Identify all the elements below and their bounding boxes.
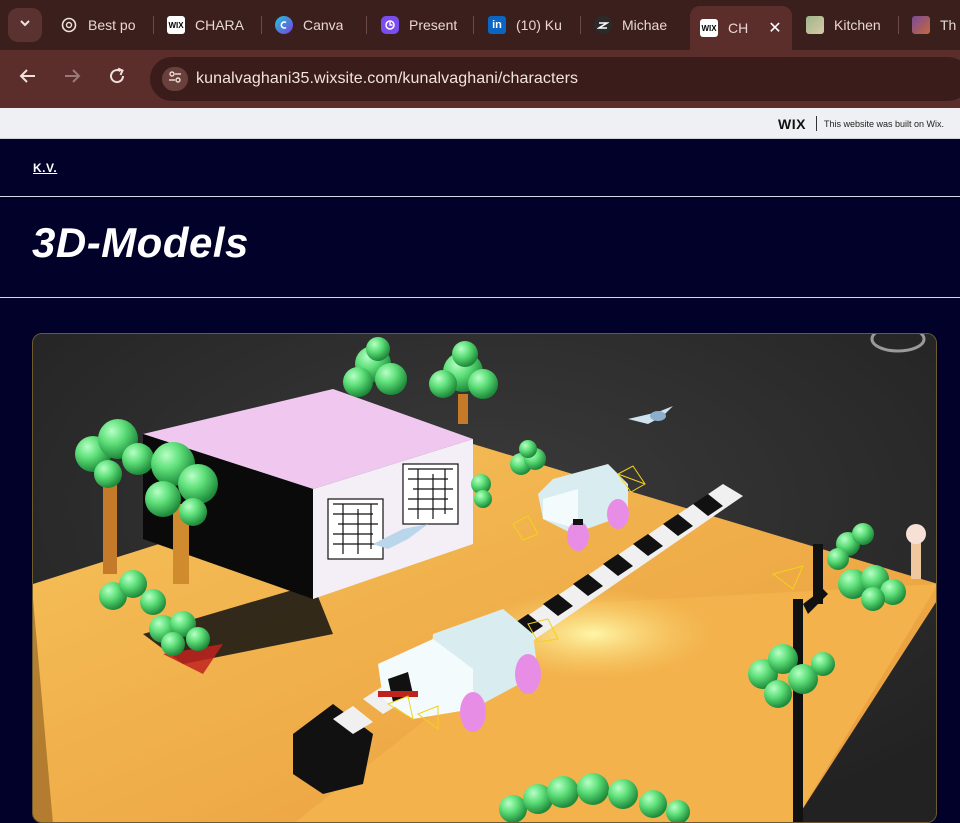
canva-icon — [275, 16, 293, 34]
title-divider — [0, 297, 960, 298]
page-title: 3D-Models — [32, 219, 249, 266]
tab-7[interactable]: Kitchen — [806, 8, 881, 42]
wix-icon: WIX — [167, 16, 185, 34]
back-button[interactable] — [16, 67, 40, 91]
close-tab-icon[interactable]: ✕ — [768, 18, 781, 38]
tab-label: Kitchen — [834, 17, 881, 33]
linkedin-icon: in — [488, 16, 506, 34]
reload-button[interactable] — [105, 67, 129, 91]
tab-label: Best po — [88, 17, 136, 33]
tab-4[interactable]: in (10) Ku — [488, 8, 562, 42]
tab-5[interactable]: Michae — [594, 8, 667, 42]
site-brand-link[interactable]: K.V. — [33, 161, 57, 175]
tab-divider — [473, 16, 474, 34]
tab-label: Canva — [303, 17, 344, 33]
tab-6-active[interactable]: WIX CH ✕ — [690, 6, 792, 50]
url-text: kunalvaghani35.wixsite.com/kunalvaghani/… — [196, 70, 579, 87]
tab-divider — [261, 16, 262, 34]
tab-divider — [898, 16, 899, 34]
image-icon — [806, 16, 824, 34]
tab-label: (10) Ku — [516, 17, 562, 33]
tab-label: Th — [940, 17, 957, 33]
browser-toolbar: kunalvaghani35.wixsite.com/kunalvaghani/… — [0, 50, 960, 108]
presentation-icon — [381, 16, 399, 34]
tab-label: CH — [728, 20, 749, 36]
image-icon — [912, 16, 930, 34]
tab-divider — [366, 16, 367, 34]
tab-2[interactable]: Canva — [275, 8, 343, 42]
wix-banner[interactable]: WIX This website was built on Wix. — [0, 108, 960, 139]
reload-icon — [108, 67, 126, 91]
site-settings-button[interactable] — [162, 67, 188, 91]
chevron-down-icon — [18, 16, 32, 35]
header-divider — [0, 196, 960, 197]
wix-logo: WIX — [778, 116, 806, 132]
tab-1[interactable]: WIX CHARA — [167, 8, 244, 42]
tab-divider — [580, 16, 581, 34]
arrow-left-icon — [19, 67, 37, 91]
wix-icon: WIX — [700, 19, 718, 37]
tab-strip: Best po WIX CHARA Canva Present in (10) … — [0, 0, 960, 50]
wix-banner-text: This website was built on Wix. — [824, 119, 945, 129]
tab-search-button[interactable] — [8, 8, 42, 42]
banner-divider — [816, 116, 817, 131]
address-bar[interactable]: kunalvaghani35.wixsite.com/kunalvaghani/… — [150, 57, 960, 101]
site-icon — [594, 16, 612, 34]
site-page: K.V. 3D-Models — [0, 139, 960, 823]
3d-model-render-image[interactable] — [32, 333, 937, 823]
tab-divider — [153, 16, 154, 34]
arrow-right-icon — [63, 67, 81, 91]
forward-button[interactable] — [60, 67, 84, 91]
openai-icon — [60, 16, 78, 34]
tab-0[interactable]: Best po — [60, 8, 135, 42]
tab-label: Michae — [622, 17, 668, 33]
tab-label: Present — [409, 17, 458, 33]
tab-3[interactable]: Present — [381, 8, 457, 42]
tune-icon — [168, 70, 182, 89]
tab-8[interactable]: Th — [912, 8, 956, 42]
tab-label: CHARA — [195, 17, 245, 33]
